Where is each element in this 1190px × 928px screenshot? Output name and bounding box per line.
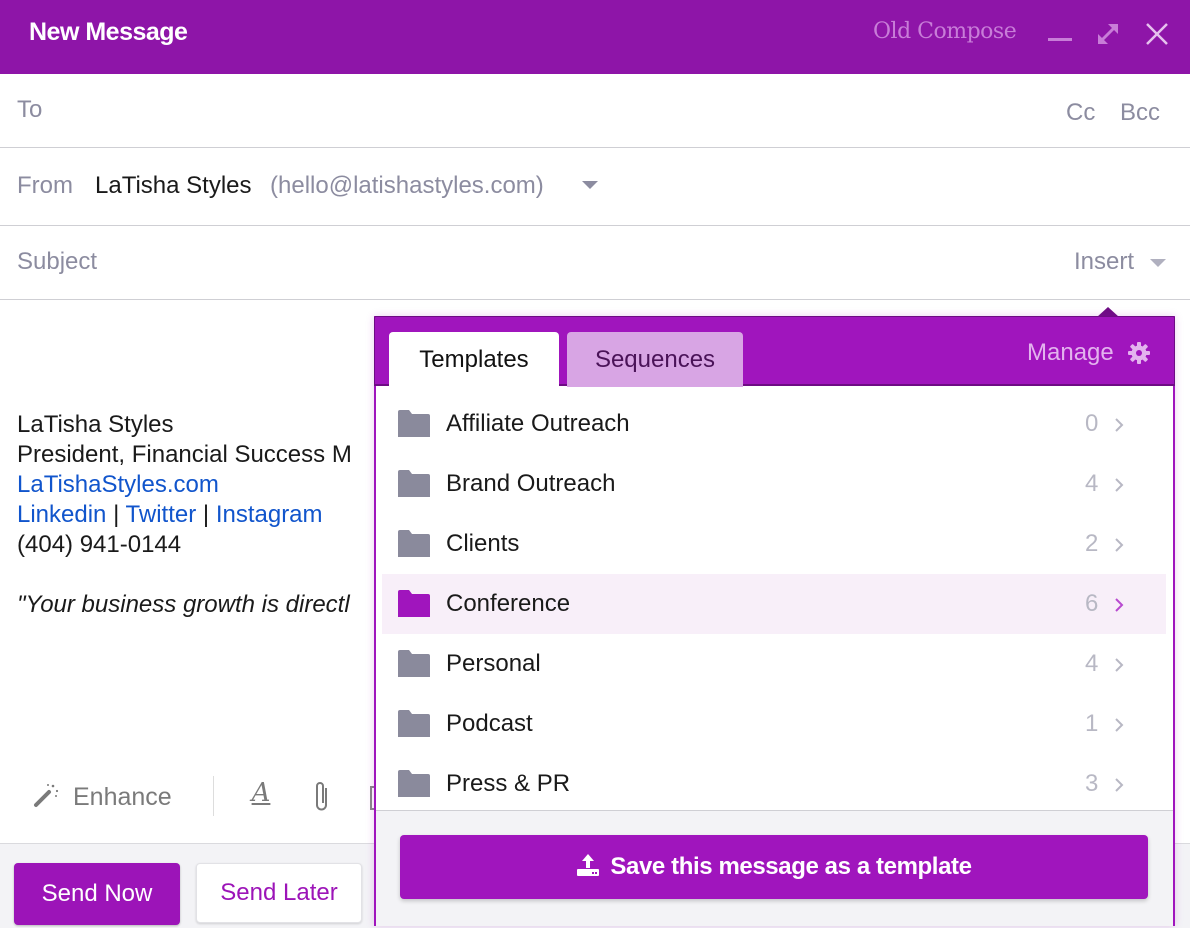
folder-row[interactable]: Clients 2 <box>382 514 1166 574</box>
save-as-template-label: Save this message as a template <box>610 853 972 880</box>
template-folder-list[interactable]: Affiliate Outreach 0 Brand Outreach 4 Client… <box>382 394 1166 806</box>
folder-row[interactable]: Brand Outreach 4 <box>382 454 1166 514</box>
chevron-right-icon[interactable] <box>1113 656 1125 674</box>
close-icon[interactable] <box>1143 20 1171 48</box>
folder-name: Clients <box>446 530 520 557</box>
tab-templates[interactable]: Templates <box>389 332 559 388</box>
folder-icon <box>398 590 430 617</box>
tab-sequences[interactable]: Sequences <box>567 332 743 387</box>
chevron-right-icon[interactable] <box>1113 536 1125 554</box>
link-separator: | <box>196 501 216 528</box>
instagram-link[interactable]: Instagram <box>216 501 323 528</box>
from-name[interactable]: LaTisha Styles <box>95 172 252 200</box>
cc-button[interactable]: Cc <box>1066 99 1095 127</box>
subject-field[interactable]: Subject Insert <box>0 226 1190 300</box>
save-as-template-button[interactable]: Save this message as a template <box>400 835 1148 899</box>
popup-header: Templates Sequences Manage <box>374 316 1175 388</box>
signature-name: LaTisha Styles <box>17 411 174 438</box>
link-separator: | <box>106 501 126 528</box>
folder-row[interactable]: Personal 4 <box>382 634 1166 694</box>
to-label: To <box>17 96 43 123</box>
magic-wand-icon[interactable] <box>33 782 59 808</box>
to-field[interactable]: To Cc Bcc <box>0 74 1190 148</box>
folder-name: Brand Outreach <box>446 470 616 497</box>
old-compose-link[interactable]: Old Compose <box>873 19 1017 44</box>
send-now-button[interactable]: Send Now <box>14 863 180 925</box>
folder-name: Affiliate Outreach <box>446 410 630 437</box>
folder-name: Press & PR <box>446 770 571 797</box>
folder-count: 2 <box>1085 530 1099 557</box>
folder-count: 4 <box>1085 470 1099 497</box>
from-label: From <box>17 172 73 199</box>
insert-caret-icon[interactable] <box>1150 259 1166 267</box>
folder-row[interactable]: Podcast 1 <box>382 694 1166 754</box>
folder-row[interactable]: Press & PR 3 <box>382 754 1166 806</box>
gear-icon[interactable] <box>1127 341 1151 365</box>
subject-label: Subject <box>17 248 98 275</box>
toolbar-divider <box>213 776 214 816</box>
signature-title: President, Financial Success M <box>17 441 352 468</box>
folder-icon <box>398 470 430 497</box>
manage-button[interactable]: Manage <box>1027 339 1114 367</box>
folder-count: 0 <box>1085 410 1099 437</box>
folder-row[interactable]: Affiliate Outreach 0 <box>382 394 1166 454</box>
folder-name: Podcast <box>446 710 533 737</box>
folder-count: 4 <box>1085 650 1099 677</box>
expand-icon[interactable] <box>1094 20 1122 48</box>
insert-button[interactable]: Insert <box>1074 248 1134 276</box>
folder-icon <box>398 770 430 797</box>
folder-count: 6 <box>1085 590 1099 617</box>
window-title: New Message <box>29 18 188 46</box>
folder-count: 3 <box>1085 770 1099 797</box>
chevron-right-icon[interactable] <box>1113 776 1125 794</box>
compose-toolbar: Enhance A <box>0 770 380 824</box>
enhance-button[interactable]: Enhance <box>73 783 172 812</box>
from-field[interactable]: From LaTisha Styles (hello@latishastyles… <box>0 148 1190 226</box>
chevron-right-icon[interactable] <box>1113 716 1125 734</box>
twitter-link[interactable]: Twitter <box>126 501 197 528</box>
signature-quote: "Your business growth is directl <box>17 591 350 618</box>
chevron-right-icon[interactable] <box>1113 416 1125 434</box>
folder-icon <box>398 650 430 677</box>
chevron-right-icon[interactable] <box>1113 476 1125 494</box>
linkedin-link[interactable]: Linkedin <box>17 501 106 528</box>
from-dropdown-caret-icon[interactable] <box>582 181 598 189</box>
folder-icon <box>398 410 430 437</box>
from-email[interactable]: (hello@latishastyles.com) <box>270 172 544 200</box>
font-format-icon[interactable]: A <box>248 778 274 812</box>
folder-row[interactable]: Conference 6 <box>382 574 1166 634</box>
folder-icon <box>398 710 430 737</box>
compose-header: New Message Old Compose <box>0 0 1190 74</box>
chevron-right-icon[interactable] <box>1113 596 1125 614</box>
popup-footer: Save this message as a template <box>376 810 1173 926</box>
social-links: Linkedin | Twitter | Instagram <box>17 500 377 530</box>
folder-name: Personal <box>446 650 541 677</box>
send-later-button[interactable]: Send Later <box>196 863 362 923</box>
signature-phone: (404) 941-0144 <box>17 531 182 558</box>
upload-icon <box>577 854 600 876</box>
website-link[interactable]: LaTishaStyles.com <box>17 471 219 498</box>
folder-count: 1 <box>1085 710 1099 737</box>
message-body[interactable]: LaTisha Styles President, Financial Succ… <box>17 410 377 620</box>
minimize-icon[interactable] <box>1046 20 1074 48</box>
attachment-icon[interactable] <box>312 780 332 814</box>
bcc-button[interactable]: Bcc <box>1120 99 1160 127</box>
insert-popup: Templates Sequences Manage Affiliate Out… <box>374 316 1175 926</box>
folder-name: Conference <box>446 590 571 617</box>
folder-icon <box>398 530 430 557</box>
